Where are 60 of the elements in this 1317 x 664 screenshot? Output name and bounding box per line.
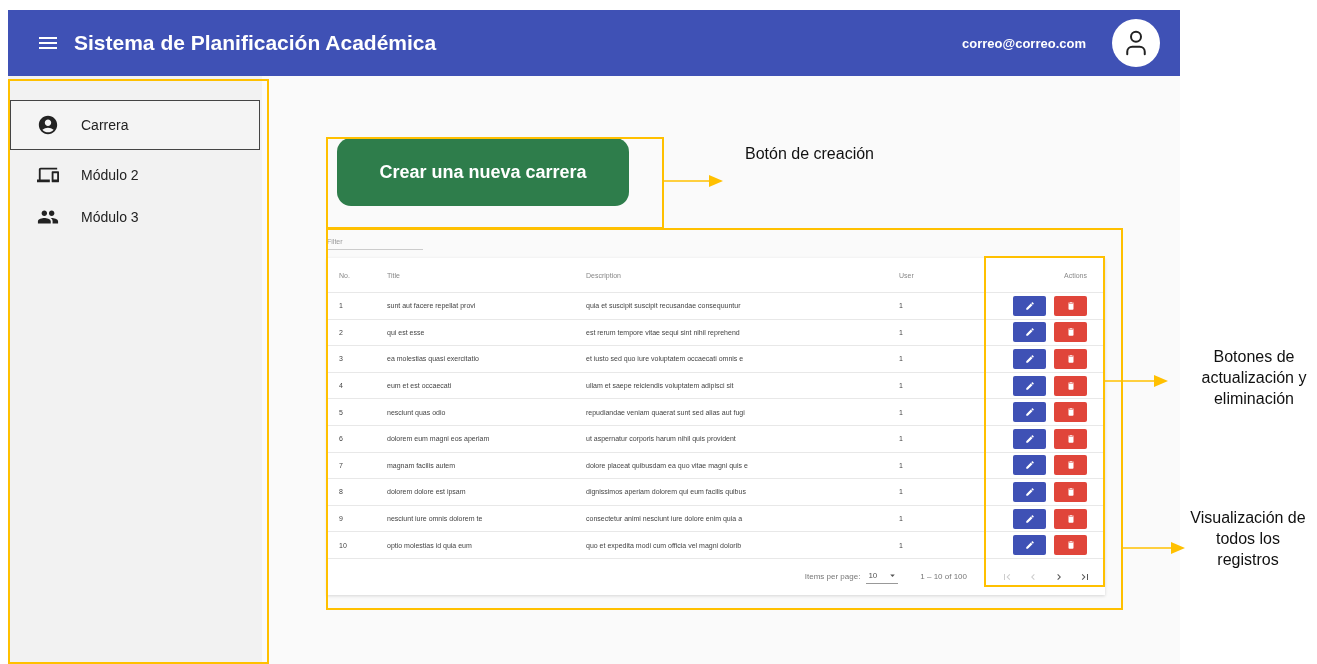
edit-button[interactable] [1013,375,1046,396]
delete-button[interactable] [1054,349,1087,369]
delete-button[interactable] [1054,535,1087,556]
page-range: 1 – 10 of 100 [920,572,967,582]
sidebar-item[interactable]: Módulo 2 [10,154,260,196]
trash-icon [1065,380,1076,391]
annotation-label: Botones de actualización y eliminación [1200,347,1308,409]
annotation-arrow [663,175,723,187]
pencil-icon [1024,407,1035,418]
trash-icon [1065,300,1076,311]
trash-icon [1065,486,1076,497]
edit-button[interactable] [1013,402,1046,423]
delete-button[interactable] [1054,455,1087,476]
edit-button[interactable] [1013,428,1046,449]
account-icon [37,114,59,136]
pencil-icon [1024,486,1035,497]
page-size-select[interactable]: 10 [866,569,899,584]
delete-button[interactable] [1054,508,1087,529]
pencil-icon [1024,327,1035,338]
annotation-label: Visualización de todos los registros [1189,508,1307,570]
trash-icon [1065,354,1076,364]
edit-button[interactable] [1013,295,1046,316]
pencil-icon [1024,354,1035,364]
edit-button[interactable] [1013,535,1046,556]
sidebar-item-label: Carrera [81,117,129,133]
annotation-label: Botón de creación [745,144,875,164]
pencil-icon [1024,540,1035,551]
create-button[interactable]: Crear una nueva carrera [337,138,629,206]
delete-button[interactable] [1054,428,1087,449]
edit-button[interactable] [1013,455,1046,476]
edit-button[interactable] [1013,508,1046,529]
sidebar-item-label: Módulo 3 [81,209,139,225]
sidebar-item[interactable]: Carrera [10,100,260,150]
sidebar-item[interactable]: Módulo 3 [10,196,260,238]
delete-button[interactable] [1054,481,1087,502]
trash-icon [1065,407,1076,418]
edit-button[interactable] [1013,349,1046,369]
avatar-button[interactable] [1112,19,1160,67]
sidebar-item-label: Módulo 2 [81,167,139,183]
annotation-arrow [1122,542,1185,554]
delete-button[interactable] [1054,322,1087,343]
trash-icon [1065,540,1076,551]
edit-button[interactable] [1013,481,1046,502]
trash-icon [1065,513,1076,524]
edit-button[interactable] [1013,322,1046,343]
items-per-page-label: Items per page: [804,572,861,582]
pencil-icon [1024,513,1035,524]
trash-icon [1065,327,1076,338]
annotation-arrow [1104,375,1168,387]
delete-button[interactable] [1054,375,1087,396]
app-title: Sistema de Planificación Académica [74,31,438,55]
pencil-icon [1024,460,1035,471]
trash-icon [1065,460,1076,471]
user-email: correo@correo.com [962,35,1086,51]
delete-button[interactable] [1054,402,1087,423]
delete-button[interactable] [1054,295,1087,316]
pencil-icon [1024,300,1035,311]
trash-icon [1065,433,1076,444]
pencil-icon [1024,380,1035,391]
pencil-icon [1024,433,1035,444]
